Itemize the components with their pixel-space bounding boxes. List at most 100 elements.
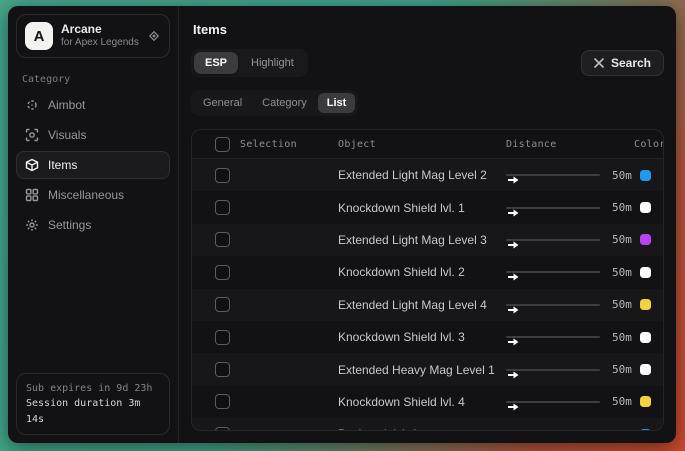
table-body: Extended Light Mag Level 2 50m Knockdown…: [192, 159, 663, 431]
object-name: Knockdown Shield lvl. 2: [338, 265, 506, 279]
slider-thumb-icon[interactable]: [508, 268, 519, 286]
color-swatch[interactable]: [640, 170, 651, 181]
select-all-checkbox[interactable]: [215, 137, 230, 152]
row-checkbox[interactable]: [215, 330, 230, 345]
distance-value: 50m: [612, 169, 632, 182]
close-x-icon: [594, 58, 604, 68]
distance-slider[interactable]: [506, 300, 600, 310]
table-row[interactable]: Backpack lvl. 1 50m: [192, 418, 663, 431]
crosshair-icon: [25, 98, 39, 112]
slider-thumb-icon[interactable]: [508, 236, 519, 254]
brand-text: Arcane for Apex Legends: [61, 22, 139, 50]
sidebar-item-label: Items: [48, 158, 77, 172]
distance-slider[interactable]: [506, 203, 600, 213]
slider-thumb-icon[interactable]: [508, 301, 519, 319]
row-checkbox[interactable]: [215, 232, 230, 247]
slider-thumb-icon[interactable]: [508, 204, 519, 222]
distance-value: 50m: [612, 201, 632, 214]
distance-value: 50m: [612, 428, 632, 431]
box-icon: [25, 158, 39, 172]
slider-thumb-icon[interactable]: [508, 366, 519, 384]
mode-tab-esp[interactable]: ESP: [194, 52, 238, 74]
color-swatch[interactable]: [640, 429, 651, 431]
row-checkbox[interactable]: [215, 362, 230, 377]
object-name: Extended Light Mag Level 3: [338, 233, 506, 247]
session-duration-text: Session duration 3m 14s: [26, 396, 160, 427]
object-name: Extended Light Mag Level 4: [338, 298, 506, 312]
table-row[interactable]: Extended Light Mag Level 2 50m: [192, 159, 663, 191]
distance-slider[interactable]: [506, 365, 600, 375]
distance-slider[interactable]: [506, 170, 600, 180]
sidebar-item-visuals[interactable]: Visuals: [16, 121, 170, 149]
sidebar-item-label: Visuals: [48, 128, 86, 142]
distance-value: 50m: [612, 298, 632, 311]
color-swatch[interactable]: [640, 364, 651, 375]
color-swatch[interactable]: [640, 202, 651, 213]
view-tabs: GeneralCategoryList: [191, 90, 358, 116]
row-checkbox[interactable]: [215, 200, 230, 215]
app-logo: A: [25, 22, 53, 50]
table-header-row: Selection Object Distance Color: [192, 130, 663, 159]
search-label: Search: [611, 56, 651, 70]
view-tab-list[interactable]: List: [318, 93, 356, 113]
view-tab-general[interactable]: General: [194, 93, 251, 113]
table-row[interactable]: Extended Heavy Mag Level 1 50m: [192, 353, 663, 385]
header-color: Color: [634, 139, 664, 150]
color-swatch[interactable]: [640, 267, 651, 278]
gear-icon: [25, 218, 39, 232]
distance-slider[interactable]: [506, 235, 600, 245]
sidebar-item-miscellaneous[interactable]: Miscellaneous: [16, 181, 170, 209]
table-row[interactable]: Knockdown Shield lvl. 4 50m: [192, 386, 663, 418]
object-name: Extended Light Mag Level 2: [338, 168, 506, 182]
distance-value: 50m: [612, 331, 632, 344]
table-row[interactable]: Knockdown Shield lvl. 2 50m: [192, 256, 663, 288]
grid-icon: [25, 188, 39, 202]
mode-tab-highlight[interactable]: Highlight: [240, 52, 305, 74]
mode-tabs: ESPHighlight: [191, 49, 308, 77]
table-row[interactable]: Knockdown Shield lvl. 1 50m: [192, 191, 663, 223]
sidebar-item-items[interactable]: Items: [16, 151, 170, 179]
color-swatch[interactable]: [640, 234, 651, 245]
table-row[interactable]: Knockdown Shield lvl. 3 50m: [192, 321, 663, 353]
slider-thumb-icon[interactable]: [508, 398, 519, 416]
object-name: Backpack lvl. 1: [338, 427, 506, 431]
sidebar-item-label: Aimbot: [48, 98, 85, 112]
distance-value: 50m: [612, 395, 632, 408]
search-button[interactable]: Search: [581, 50, 664, 76]
header-distance: Distance: [506, 139, 634, 150]
app-name: Arcane: [61, 22, 139, 37]
view-tab-category[interactable]: Category: [253, 93, 316, 113]
table-row[interactable]: Extended Light Mag Level 4 50m: [192, 289, 663, 321]
distance-slider[interactable]: [506, 267, 600, 277]
header-selection: Selection: [230, 139, 338, 150]
distance-slider[interactable]: [506, 429, 600, 431]
sidebar-item-label: Settings: [48, 218, 91, 232]
distance-value: 50m: [612, 233, 632, 246]
object-name: Knockdown Shield lvl. 4: [338, 395, 506, 409]
color-swatch[interactable]: [640, 299, 651, 310]
sidebar-item-settings[interactable]: Settings: [16, 211, 170, 239]
color-swatch[interactable]: [640, 396, 651, 407]
color-swatch[interactable]: [640, 332, 651, 343]
row-checkbox[interactable]: [215, 297, 230, 312]
app-subtitle: for Apex Legends: [61, 37, 139, 50]
pin-icon[interactable]: [147, 29, 161, 43]
slider-thumb-icon[interactable]: [508, 171, 519, 189]
row-checkbox[interactable]: [215, 394, 230, 409]
slider-thumb-icon[interactable]: [508, 430, 519, 431]
row-checkbox[interactable]: [215, 427, 230, 431]
sidebar-nav: Aimbot Visuals Items Miscellaneous Setti…: [16, 91, 170, 239]
row-checkbox[interactable]: [215, 265, 230, 280]
brand-card: A Arcane for Apex Legends: [16, 14, 170, 58]
sub-expires-text: Sub expires in 9d 23h: [26, 381, 160, 397]
distance-slider[interactable]: [506, 332, 600, 342]
sidebar-item-aimbot[interactable]: Aimbot: [16, 91, 170, 119]
page-title: Items: [193, 22, 664, 37]
distance-slider[interactable]: [506, 397, 600, 407]
object-name: Knockdown Shield lvl. 1: [338, 201, 506, 215]
slider-thumb-icon[interactable]: [508, 333, 519, 351]
row-checkbox[interactable]: [215, 168, 230, 183]
main-panel: Items ESPHighlight Search GeneralCategor…: [179, 6, 676, 443]
table-row[interactable]: Extended Light Mag Level 3 50m: [192, 224, 663, 256]
object-name: Extended Heavy Mag Level 1: [338, 363, 506, 377]
